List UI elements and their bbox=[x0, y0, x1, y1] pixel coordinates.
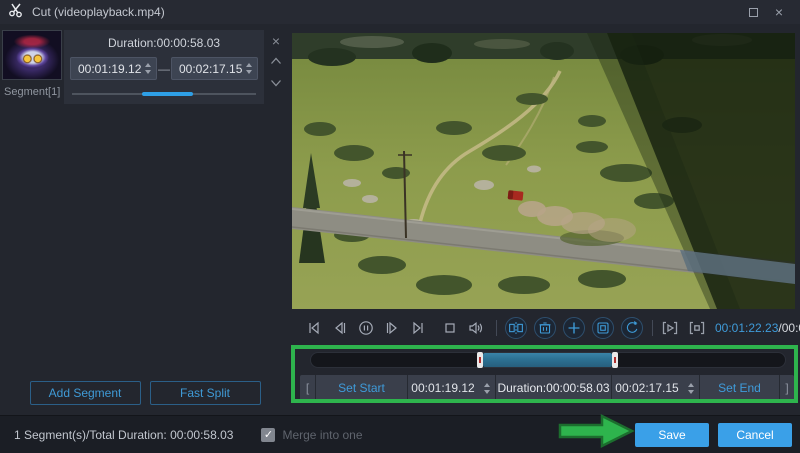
trim-start-value: 00:01:19.12 bbox=[411, 381, 474, 395]
trim-end-value: 00:02:17.15 bbox=[615, 381, 678, 395]
segment-end-value: 00:02:17.15 bbox=[179, 62, 244, 76]
reset-button[interactable] bbox=[621, 317, 643, 339]
divider bbox=[496, 320, 497, 336]
merge-label: Merge into one bbox=[282, 428, 362, 442]
segment-list-panel: Segment[1] Duration:00:00:58.03 00:01:19… bbox=[0, 24, 290, 415]
cancel-button[interactable]: Cancel bbox=[718, 423, 792, 447]
bracket-right: ] bbox=[779, 375, 794, 401]
video-preview[interactable] bbox=[292, 33, 795, 309]
skip-start-button[interactable] bbox=[306, 320, 322, 336]
segment-start-spinner[interactable] bbox=[143, 63, 153, 74]
stop-button[interactable] bbox=[442, 320, 458, 336]
segment-range-bar[interactable] bbox=[72, 92, 256, 96]
add-segment-button[interactable]: Add Segment bbox=[30, 381, 141, 405]
trim-duration-label: Duration:00:00:58.03 bbox=[495, 375, 611, 401]
skip-end-button[interactable] bbox=[410, 320, 426, 336]
preview-panel: 00:01:22.23/00:03:38.21 [ Set Start 00:0… bbox=[290, 24, 800, 415]
trim-timeline[interactable] bbox=[310, 352, 786, 368]
transport-bar: 00:01:22.23/00:03:38.21 bbox=[292, 313, 800, 343]
spinner-up-icon[interactable] bbox=[688, 383, 694, 387]
spinner-down-icon[interactable] bbox=[246, 70, 252, 74]
total-time: 00:03:38.21 bbox=[782, 321, 800, 335]
set-start-button[interactable]: Set Start bbox=[315, 375, 407, 401]
title-bar: Cut (videoplayback.mp4) × bbox=[0, 0, 800, 24]
range-separator: — bbox=[157, 62, 171, 76]
split-button[interactable] bbox=[505, 317, 527, 339]
merge-checkbox[interactable]: ✓ bbox=[261, 428, 275, 442]
segment-end-spinner[interactable] bbox=[244, 63, 254, 74]
bracket-left: [ bbox=[300, 375, 315, 401]
scissors-icon bbox=[8, 2, 24, 23]
delete-segment-button[interactable] bbox=[534, 317, 556, 339]
play-segment-button[interactable] bbox=[661, 320, 679, 336]
close-icon: × bbox=[775, 5, 783, 19]
volume-button[interactable] bbox=[468, 320, 484, 336]
move-up-icon[interactable] bbox=[270, 52, 282, 70]
segment-duration-label: Duration:00:00:58.03 bbox=[70, 36, 258, 50]
handle-tick bbox=[614, 357, 616, 363]
segment-label: Segment[1] bbox=[2, 86, 64, 98]
close-button[interactable]: × bbox=[766, 2, 792, 22]
cut-dialog-window: Cut (videoplayback.mp4) × Segment[1] Dur… bbox=[0, 0, 800, 453]
window-title: Cut (videoplayback.mp4) bbox=[32, 5, 165, 19]
snapshot-button[interactable] bbox=[592, 317, 614, 339]
save-button[interactable]: Save bbox=[635, 423, 709, 447]
segments-summary: 1 Segment(s)/Total Duration: 00:00:58.03 bbox=[14, 428, 233, 442]
spinner-down-icon[interactable] bbox=[688, 390, 694, 394]
stop-segment-button[interactable] bbox=[688, 320, 706, 336]
trim-end-handle[interactable] bbox=[612, 352, 618, 368]
timeline-selection[interactable] bbox=[483, 353, 612, 367]
spinner-up-icon[interactable] bbox=[484, 383, 490, 387]
trim-controls-row: [ Set Start 00:01:19.12 Duration:00:00:5… bbox=[300, 375, 794, 401]
add-segment-icon-button[interactable] bbox=[563, 317, 585, 339]
spinner-up-icon[interactable] bbox=[145, 63, 151, 67]
spinner-up-icon[interactable] bbox=[246, 63, 252, 67]
move-down-icon[interactable] bbox=[270, 74, 282, 92]
playback-time: 00:01:22.23/00:03:38.21 bbox=[715, 321, 800, 335]
footer-bar: 1 Segment(s)/Total Duration: 00:00:58.03… bbox=[0, 415, 800, 453]
pause-button[interactable] bbox=[358, 320, 374, 336]
step-forward-button[interactable] bbox=[384, 320, 400, 336]
trim-start-spinner[interactable] bbox=[482, 383, 492, 394]
trim-start-handle[interactable] bbox=[477, 352, 483, 368]
current-time: 00:01:22.23 bbox=[715, 321, 778, 335]
divider bbox=[652, 320, 653, 336]
fast-split-button[interactable]: Fast Split bbox=[150, 381, 261, 405]
segment-start-field[interactable]: 00:01:19.12 bbox=[70, 57, 157, 80]
trim-start-field[interactable]: 00:01:19.12 bbox=[407, 375, 495, 401]
segment-end-field[interactable]: 00:02:17.15 bbox=[171, 57, 258, 80]
trim-end-spinner[interactable] bbox=[686, 383, 696, 394]
set-end-button[interactable]: Set End bbox=[699, 375, 779, 401]
maximize-button[interactable] bbox=[740, 2, 766, 22]
segment-range-fill bbox=[142, 92, 194, 96]
segment-card[interactable]: Segment[1] Duration:00:00:58.03 00:01:19… bbox=[0, 24, 290, 104]
spinner-down-icon[interactable] bbox=[145, 70, 151, 74]
step-back-button[interactable] bbox=[332, 320, 348, 336]
handle-tick bbox=[479, 357, 481, 363]
trim-end-field[interactable]: 00:02:17.15 bbox=[611, 375, 699, 401]
maximize-icon bbox=[749, 8, 758, 17]
spinner-down-icon[interactable] bbox=[484, 390, 490, 394]
remove-segment-button[interactable]: × bbox=[272, 34, 280, 48]
segment-start-value: 00:01:19.12 bbox=[78, 62, 143, 76]
segment-thumbnail[interactable] bbox=[2, 30, 62, 80]
